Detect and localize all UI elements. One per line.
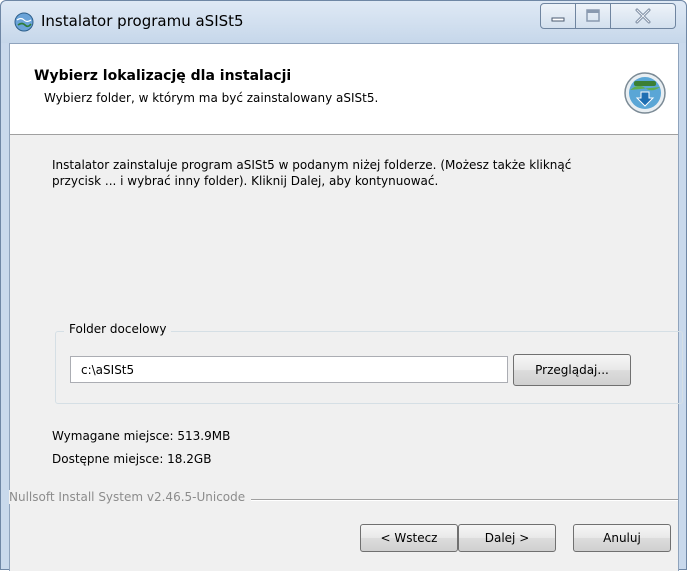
page-subtitle: Wybierz folder, w którym ma być zainstal… (44, 91, 379, 105)
space-required-text: Wymagane miejsce: 513.9MB (52, 429, 231, 443)
installer-window: Instalator programu aSISt5 Wybierz lokal… (0, 0, 687, 571)
page-title: Wybierz lokalizację dla instalacji (34, 68, 292, 84)
browse-button[interactable]: Przeglądaj... (513, 354, 631, 386)
maximize-icon (576, 9, 610, 32)
close-icon (611, 8, 675, 32)
intro-line-2: przycisk ... i wybrać inny folder). Klik… (52, 174, 439, 188)
header-panel: Wybierz lokalizację dla instalacji Wybie… (10, 44, 678, 135)
minimize-icon (541, 13, 575, 32)
installer-download-icon (622, 70, 668, 116)
close-button[interactable] (610, 3, 676, 29)
next-button[interactable]: Dalej > (458, 524, 556, 552)
dialog-client-area: Wybierz lokalizację dla instalacji Wybie… (9, 43, 683, 571)
title-bar[interactable]: Instalator programu aSISt5 (1, 1, 686, 43)
branding-text: Nullsoft Install System v2.46.5-Unicode (9, 490, 252, 504)
intro-line-1: Instalator zainstaluje program aSISt5 w … (52, 158, 572, 172)
window-title: Instalator programu aSISt5 (41, 12, 244, 30)
intro-text: Instalator zainstaluje program aSISt5 w … (52, 157, 642, 189)
destination-folder-label: Folder docelowy (64, 322, 172, 336)
destination-path-input[interactable] (70, 356, 508, 383)
installer-globe-icon (14, 12, 34, 32)
back-button[interactable]: < Wstecz (360, 524, 458, 552)
space-available-text: Dostępne miejsce: 18.2GB (52, 452, 212, 466)
minimize-button[interactable] (540, 3, 576, 29)
maximize-button[interactable] (575, 3, 611, 29)
cancel-button[interactable]: Anuluj (573, 524, 671, 552)
